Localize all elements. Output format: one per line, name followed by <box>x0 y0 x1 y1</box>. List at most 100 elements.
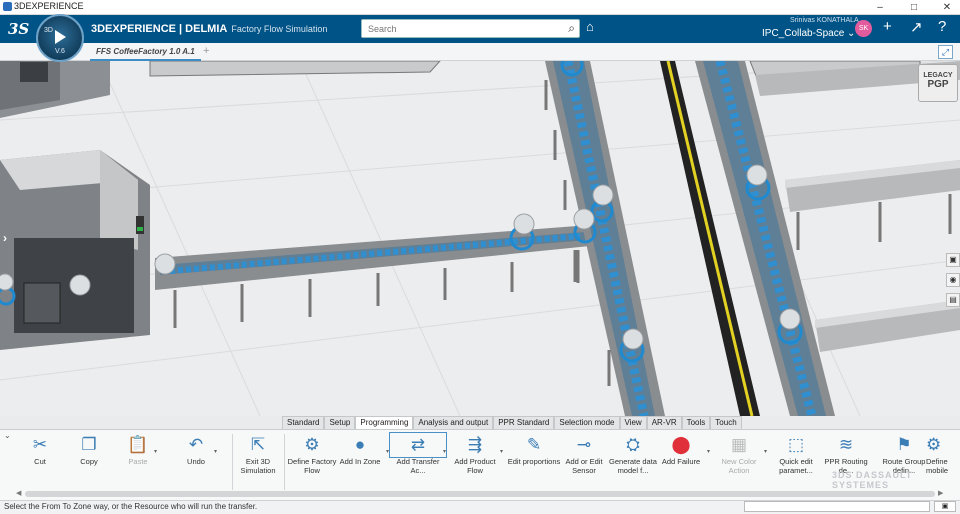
route-group-icon: ⚑ <box>896 435 912 454</box>
edit-proportions-icon: ✎ <box>526 435 542 454</box>
scroll-right-icon[interactable]: ▶ <box>938 489 943 497</box>
app-logo-icon <box>3 2 12 11</box>
help-icon[interactable]: ? <box>938 18 946 35</box>
add-in-zone-label: Add In Zone <box>339 457 381 466</box>
add-sensor-button[interactable]: ⊸ Add or Edit Sensor <box>556 433 612 475</box>
os-title-bar: 3DEXPERIENCE – □ ✕ <box>0 0 960 15</box>
app-name: Factory Flow Simulation <box>231 24 328 34</box>
status-message: Select the From To Zone way, or the Reso… <box>4 502 258 511</box>
cut-button[interactable]: ✂ Cut <box>12 433 68 466</box>
ppr-routing-button[interactable]: ≋ PPR Routing de... <box>818 433 874 475</box>
add-transfer-dropdown-icon[interactable]: ▾ <box>443 448 446 455</box>
avatar[interactable]: SK <box>855 20 872 37</box>
expand-icon[interactable]: ⤢ <box>938 45 953 59</box>
paste-dropdown-icon[interactable]: ▾ <box>154 448 157 455</box>
collab-space-selector[interactable]: IPC_Collab-Space ⌄ <box>762 28 855 39</box>
copy-icon: ❐ <box>81 435 97 454</box>
camera-icon[interactable]: ◉ <box>946 273 960 287</box>
routing-icon: ≋ <box>838 435 854 454</box>
collapse-toolbar-icon[interactable]: ⌄ <box>4 431 11 440</box>
paste-button[interactable]: 📋 Paste <box>110 433 166 466</box>
tab-ppr-standard[interactable]: PPR Standard <box>493 416 555 429</box>
tab-document[interactable]: FFS CoffeeFactory 1.0 A.1 <box>90 43 201 61</box>
render-icon[interactable]: ▤ <box>946 293 960 307</box>
edit-proportions-label: Edit proportions <box>507 457 561 466</box>
exit-simulation-button[interactable]: ⇱ Exit 3D Simulation <box>230 433 286 475</box>
add-in-zone-dropdown-icon[interactable]: ▾ <box>386 448 389 455</box>
3d-viewport[interactable] <box>0 61 960 416</box>
share-icon[interactable]: ↗ <box>910 18 923 36</box>
edit-proportions-button[interactable]: ✎ Edit proportions <box>506 433 562 466</box>
add-product-flow-label: Add Product Flow <box>454 457 496 475</box>
new-color-action-label: New Color Action <box>721 457 757 475</box>
add-transfer-button[interactable]: ⇄ Add Transfer Ac... <box>389 432 447 475</box>
play-icon[interactable] <box>55 30 66 44</box>
search-box[interactable]: ⌕ <box>361 19 580 38</box>
cut-label: Cut <box>34 457 46 466</box>
brand-name: 3DEXPERIENCE | DELMIA <box>91 23 228 35</box>
transfer-icon: ⇄ <box>389 432 447 458</box>
color-action-dropdown-icon[interactable]: ▾ <box>764 448 767 455</box>
add-in-zone-button[interactable]: ● Add In Zone <box>332 433 388 466</box>
paste-icon: 📋 <box>127 435 149 454</box>
command-menu-icon[interactable]: ▣ <box>934 501 956 512</box>
os-app-name: 3DEXPERIENCE <box>14 1 84 11</box>
maximize-button[interactable]: □ <box>903 0 925 15</box>
quick-edit-button[interactable]: ⬚ Quick edit paramet... <box>768 433 824 475</box>
product-flow-icon: ⇶ <box>467 435 483 454</box>
exit-simulation-label: Exit 3D Simulation <box>240 457 276 475</box>
compass-widget[interactable]: 3D V.6 <box>36 14 84 62</box>
legacy-pgp-badge[interactable]: LEGACY PGP <box>918 64 958 102</box>
tab-touch[interactable]: Touch <box>710 416 742 429</box>
paste-label: Paste <box>128 457 148 466</box>
quick-edit-label: Quick edit paramet... <box>779 457 813 475</box>
minimize-button[interactable]: – <box>869 0 891 15</box>
add-transfer-label: Add Transfer Ac... <box>396 457 440 475</box>
pgp-label: PGP <box>927 79 949 90</box>
search-input[interactable] <box>362 20 552 37</box>
add-icon[interactable]: + <box>883 18 892 35</box>
tab-programming[interactable]: Programming <box>355 416 414 429</box>
toolbar-scrollbar[interactable] <box>25 491 935 497</box>
view-mode-icon[interactable]: ▣ <box>946 253 960 267</box>
side-panel-chevron-icon[interactable]: › <box>3 231 7 245</box>
copy-button[interactable]: ❐ Copy <box>61 433 117 466</box>
exit-simulation-icon: ⇱ <box>250 435 266 454</box>
undo-dropdown-icon[interactable]: ▾ <box>214 448 217 455</box>
section-tabs: Standard Setup Programming Analysis and … <box>282 416 742 429</box>
tag-icon[interactable]: ⌂ <box>586 19 594 34</box>
tab-setup[interactable]: Setup <box>324 416 356 429</box>
ds-logo[interactable]: 3S <box>8 20 29 38</box>
add-product-flow-button[interactable]: ⇶ Add Product Flow <box>447 433 503 475</box>
new-tab-button[interactable]: + <box>203 45 209 57</box>
color-action-icon: ▦ <box>730 435 748 454</box>
tab-view[interactable]: View <box>619 416 647 429</box>
dassault-watermark: 3DS DASSAULT SYSTEMES <box>832 470 913 490</box>
tab-ar-vr[interactable]: AR-VR <box>646 416 682 429</box>
tab-tools[interactable]: Tools <box>681 416 711 429</box>
new-color-action-button[interactable]: ▦ New Color Action <box>711 433 767 475</box>
scroll-left-icon[interactable]: ◀ <box>16 489 21 497</box>
quick-edit-icon: ⬚ <box>787 435 805 454</box>
copy-label: Copy <box>80 457 98 466</box>
add-in-zone-icon: ● <box>354 435 366 454</box>
search-icon[interactable]: ⌕ <box>568 21 575 36</box>
compass-label: 3D <box>44 27 53 34</box>
scissors-icon: ✂ <box>32 435 48 454</box>
command-input[interactable] <box>744 501 930 512</box>
sensor-icon: ⊸ <box>576 435 592 454</box>
brand-title: 3DEXPERIENCE | DELMIA Factory Flow Simula… <box>91 23 327 35</box>
route-group-button[interactable]: ⚑ Route Group defin... <box>876 433 932 475</box>
product-flow-dropdown-icon[interactable]: ▾ <box>500 448 503 455</box>
add-sensor-label: Add or Edit Sensor <box>565 457 603 475</box>
add-failure-button[interactable]: ⬤ Add Failure <box>653 433 709 466</box>
tab-analysis-output[interactable]: Analysis and output <box>413 416 494 429</box>
add-failure-dropdown-icon[interactable]: ▾ <box>707 448 710 455</box>
tab-selection-mode[interactable]: Selection mode <box>554 416 620 429</box>
define-mobile-button[interactable]: ⚙ Define mobile <box>926 433 960 475</box>
mobile-icon: ⚙ <box>926 435 942 454</box>
failure-icon: ⬤ <box>671 435 691 454</box>
tab-standard[interactable]: Standard <box>282 416 325 429</box>
user-name: Srinivas KONATHALA <box>790 17 859 24</box>
close-button[interactable]: ✕ <box>936 0 958 15</box>
